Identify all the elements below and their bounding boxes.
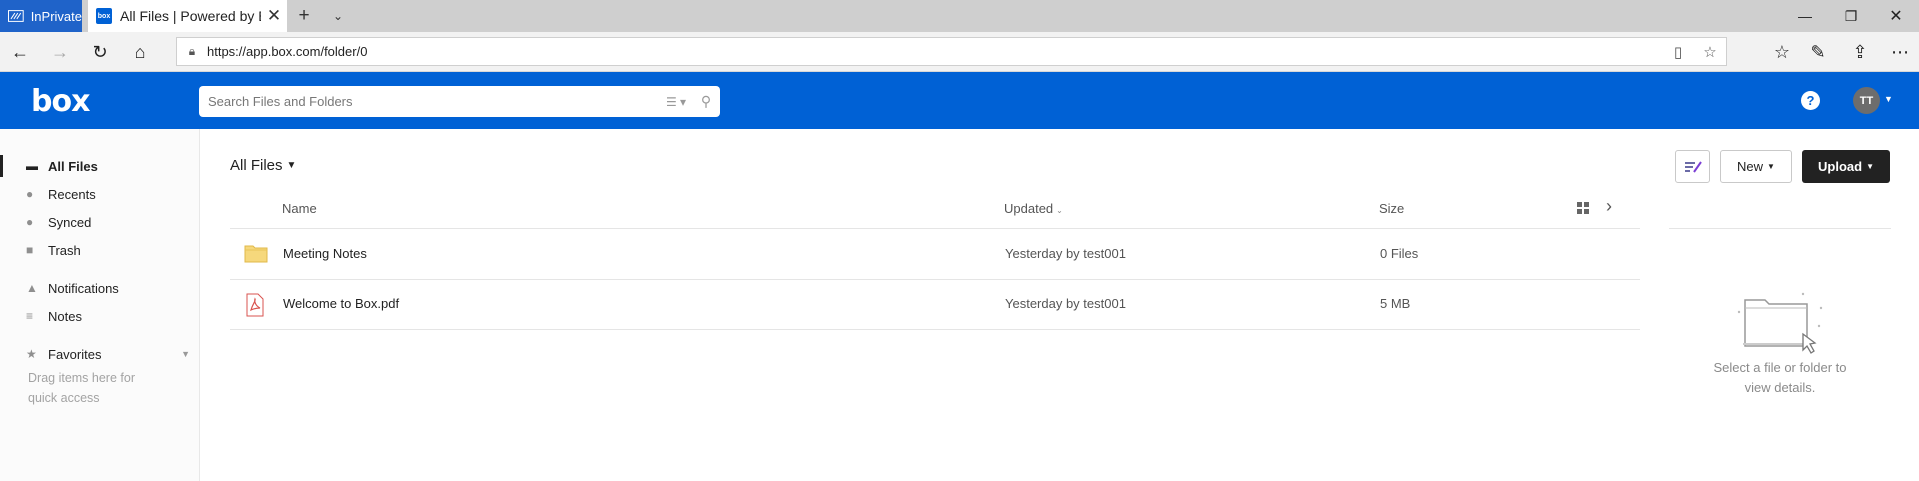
empty-folder-illustration-icon: [1737, 292, 1823, 354]
table-divider: [230, 228, 1640, 229]
search-icon[interactable]: ⚲: [692, 93, 720, 110]
new-note-button[interactable]: [1675, 150, 1710, 183]
forward-arrow-icon[interactable]: →: [42, 32, 78, 72]
column-header-updated[interactable]: Updated ⌄: [1004, 201, 1063, 216]
favorite-star-icon[interactable]: ☆: [1694, 43, 1726, 61]
details-toggle-chevron-right-icon[interactable]: ›: [1606, 196, 1612, 217]
star-icon: ★: [26, 347, 37, 361]
new-button[interactable]: New ▼: [1720, 150, 1792, 183]
address-url[interactable]: https://app.box.com/folder/0: [207, 44, 1662, 59]
breadcrumb[interactable]: All Files ▼: [230, 157, 296, 174]
reading-view-icon[interactable]: ▯: [1662, 43, 1694, 61]
pdf-icon: [246, 293, 264, 317]
sidebar-item-label: All Files: [48, 158, 98, 174]
sidebar-item-synced[interactable]: ● Synced: [0, 209, 200, 235]
lock-icon: 🔒︎: [188, 44, 196, 58]
help-icon[interactable]: ?: [1801, 91, 1820, 110]
share-icon[interactable]: ⇪: [1842, 32, 1878, 72]
avatar[interactable]: TT: [1853, 87, 1880, 114]
page-title: All Files: [230, 157, 283, 174]
box-header: box ☰ ▾ ⚲ ? TT ▼: [0, 72, 1919, 129]
more-icon[interactable]: ⋯: [1882, 32, 1918, 72]
restore-icon[interactable]: ❐: [1828, 0, 1874, 32]
sidebar-item-trash[interactable]: ■ Trash: [0, 237, 200, 263]
sidebar-item-label: Trash: [48, 242, 81, 258]
updated-text: Yesterday by test001: [1005, 296, 1126, 311]
new-chevron-down-icon: ▼: [1767, 162, 1775, 171]
new-button-label: New: [1737, 159, 1764, 174]
upload-chevron-down-icon: ▼: [1866, 162, 1874, 171]
home-icon[interactable]: ⌂: [122, 32, 158, 72]
address-bar[interactable]: 🔒︎ https://app.box.com/folder/0 ▯ ☆: [176, 37, 1727, 66]
inprivate-label: InPrivate: [30, 8, 82, 24]
sidebar-item-label: Favorites: [48, 346, 102, 362]
sidebar-item-all-files[interactable]: ▬ All Files: [0, 153, 200, 179]
new-tab-icon[interactable]: +: [287, 0, 321, 32]
size-text: 0 Files: [1380, 246, 1419, 261]
details-divider: [1669, 228, 1891, 229]
file-name[interactable]: Welcome to Box.pdf: [283, 296, 399, 311]
breadcrumb-chevron-down-icon: ▼: [286, 160, 297, 171]
sidebar-item-notes[interactable]: ≡ Notes: [0, 303, 200, 329]
clock-icon: ●: [26, 187, 34, 201]
sidebar-item-recents[interactable]: ● Recents: [0, 181, 200, 207]
avatar-chevron-down-icon[interactable]: ▼: [1884, 94, 1893, 104]
inprivate-icon: [8, 10, 24, 22]
favorites-list-icon[interactable]: ☆: [1764, 32, 1800, 72]
back-arrow-icon[interactable]: ←: [2, 32, 38, 72]
folder-icon: [244, 245, 268, 263]
search-filter-icon[interactable]: ☰ ▾: [660, 95, 692, 109]
file-name[interactable]: Meeting Notes: [283, 246, 367, 261]
grid-view-icon[interactable]: [1577, 202, 1589, 214]
sidebar-item-label: Notifications: [48, 280, 119, 296]
browser-tab-active[interactable]: box All Files | Powered by Box ✕: [88, 0, 287, 32]
notes-icon: ≡: [26, 309, 34, 323]
browser-nav-bar: ← → ↻ ⌂ 🔒︎ https://app.box.com/folder/0 …: [0, 32, 1919, 72]
sidebar: ▬ All Files ● Recents ● Synced ■ Trash ▲…: [0, 129, 200, 481]
favorites-hint: Drag items here for quick access: [28, 371, 135, 405]
sort-chevron-down-icon: ⌄: [1056, 206, 1063, 215]
sidebar-item-favorites[interactable]: ★ Favorites ▼: [0, 341, 200, 367]
tab-title: All Files | Powered by Box: [120, 8, 261, 24]
sync-icon: ●: [26, 215, 34, 229]
details-empty-message: Select a file or folder to view details.: [1713, 360, 1847, 395]
table-row[interactable]: Welcome to Box.pdf Yesterday by test001 …: [230, 280, 1640, 329]
size-text: 5 MB: [1380, 296, 1411, 311]
notes-pen-icon: [1684, 160, 1702, 173]
browser-tab-bar: InPrivate box All Files | Powered by Box…: [0, 0, 1919, 32]
folder-icon: ▬: [26, 159, 38, 173]
tab-list-chevron-down-icon[interactable]: ⌄: [321, 0, 355, 32]
search-input[interactable]: [208, 94, 660, 109]
column-header-name[interactable]: Name: [282, 201, 317, 216]
trash-icon: ■: [26, 243, 34, 257]
window-close-icon[interactable]: ✕: [1873, 0, 1919, 32]
sidebar-item-label: Notes: [48, 308, 82, 324]
sidebar-item-label: Synced: [48, 214, 92, 230]
tab-close-icon[interactable]: ✕: [261, 6, 287, 26]
table-divider: [230, 329, 1640, 330]
table-row[interactable]: Meeting Notes Yesterday by test001 0 Fil…: [230, 230, 1640, 279]
updated-text: Yesterday by test001: [1005, 246, 1126, 261]
sidebar-item-notifications[interactable]: ▲ Notifications: [0, 275, 200, 301]
sidebar-item-label: Recents: [48, 186, 96, 202]
inprivate-badge[interactable]: InPrivate: [0, 0, 82, 32]
box-favicon-icon: box: [96, 8, 112, 24]
column-header-updated-label: Updated: [1004, 201, 1054, 216]
favorites-chevron-down-icon[interactable]: ▼: [181, 349, 190, 359]
minimize-icon[interactable]: —: [1782, 0, 1828, 32]
upload-button[interactable]: Upload ▼: [1802, 150, 1890, 183]
box-logo[interactable]: box: [31, 84, 90, 119]
pen-icon[interactable]: ✎: [1800, 32, 1836, 72]
search-box[interactable]: ☰ ▾ ⚲: [199, 86, 720, 117]
upload-button-label: Upload: [1818, 159, 1863, 174]
refresh-icon[interactable]: ↻: [82, 32, 118, 72]
column-header-size[interactable]: Size: [1379, 201, 1404, 216]
bell-icon: ▲: [26, 281, 38, 295]
